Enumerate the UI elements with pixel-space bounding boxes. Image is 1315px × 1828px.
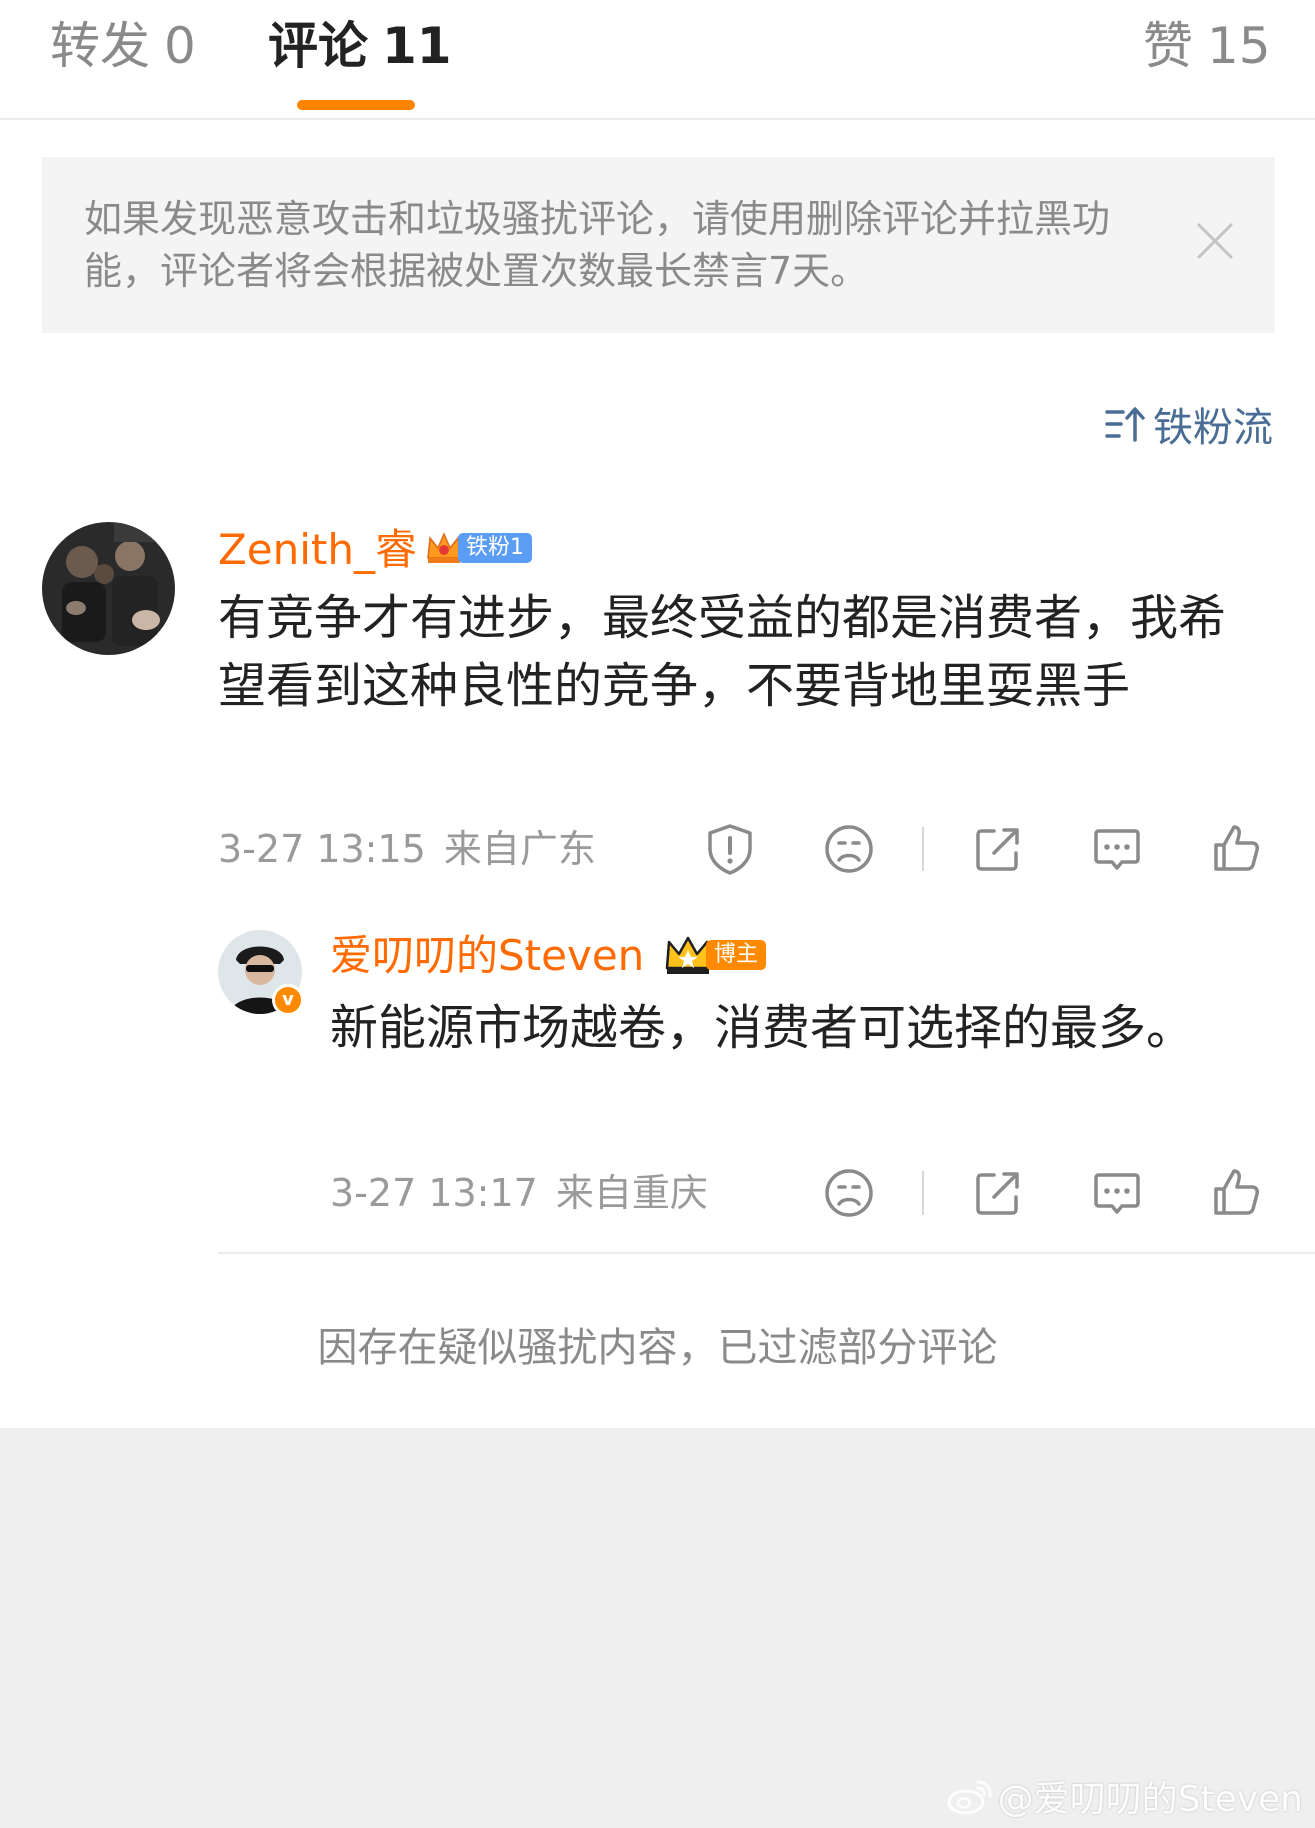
dislike-face-icon[interactable]: [821, 1165, 877, 1221]
sort-label: 铁粉流: [1153, 405, 1273, 451]
comment-page: 转发 0 评论 11 赞 15 如果发现恶意攻击和垃圾骚扰评论，请使用删除评论并拉黑功…: [0, 0, 1315, 1428]
active-tab-indicator: [297, 100, 415, 110]
close-icon[interactable]: [1193, 219, 1237, 263]
action-separator: [922, 1171, 924, 1215]
reply-text: 新能源市场越卷，消费者可选择的最多。: [330, 1000, 1195, 1056]
dislike-face-icon[interactable]: [821, 821, 877, 877]
iron-fan-badge-label: 铁粉1: [458, 533, 532, 563]
comment-time: 3-27 13:15: [218, 827, 426, 871]
notice-text: 如果发现恶意攻击和垃圾骚扰评论，请使用删除评论并拉黑功能，评论者将会根据被处置次…: [84, 197, 1111, 293]
reply-meta: 3-27 13:17 来自重庆: [330, 1168, 708, 1218]
sort-icon: [1105, 407, 1145, 442]
weibo-logo-icon: [947, 1780, 992, 1815]
reply-avatar[interactable]: v: [218, 930, 304, 1016]
tab-repost[interactable]: 转发 0: [50, 14, 196, 78]
reply-time: 3-27 13:17: [330, 1171, 538, 1215]
comment-icon[interactable]: [1089, 1165, 1145, 1221]
comment-username[interactable]: Zenith_睿: [218, 522, 417, 578]
iron-fan-badge: 铁粉1: [424, 528, 532, 568]
reply-location: 来自重庆: [555, 1171, 708, 1215]
comment-text: 有竞争才有进步，最终受益的都是消费者，我希望看到这种良性的竞争，不要背地里耍黑手: [218, 590, 1227, 714]
crown-icon: [665, 936, 711, 974]
notice-banner: 如果发现恶意攻击和垃圾骚扰评论，请使用删除评论并拉黑功能，评论者将会根据被处置次…: [42, 157, 1275, 333]
tab-like-count: 15: [1207, 17, 1271, 75]
share-icon[interactable]: [970, 821, 1026, 877]
filter-note: 因存在疑似骚扰内容，已过滤部分评论: [317, 1325, 998, 1371]
tab-bar: 转发 0 评论 11 赞 15: [0, 0, 1315, 120]
share-icon[interactable]: [970, 1165, 1026, 1221]
action-separator: [922, 827, 924, 871]
tab-like-label: 赞: [1143, 17, 1193, 75]
divider: [218, 1252, 1315, 1254]
avatar[interactable]: [42, 522, 175, 655]
tab-like[interactable]: 赞 15: [1143, 14, 1271, 78]
tab-repost-count: 0: [164, 17, 196, 75]
tab-comment[interactable]: 评论 11: [268, 14, 452, 78]
sort-button[interactable]: 铁粉流: [1105, 398, 1273, 451]
blogger-badge-label: 博主: [706, 940, 767, 970]
verified-icon: v: [272, 984, 304, 1016]
reply-username[interactable]: 爱叨叨的Steven: [330, 928, 644, 984]
tab-comment-count: 11: [382, 17, 452, 75]
watermark-text: @爱叨叨的Steven: [997, 1779, 1303, 1820]
comment-meta: 3-27 13:15 来自广东: [218, 824, 596, 874]
like-icon[interactable]: [1208, 1165, 1264, 1221]
blogger-badge: 博主: [664, 934, 767, 976]
tab-repost-label: 转发: [50, 17, 150, 75]
tab-comment-label: 评论: [268, 17, 368, 75]
like-icon[interactable]: [1208, 821, 1264, 877]
comment-location: 来自广东: [443, 827, 596, 871]
comment-icon[interactable]: [1089, 821, 1145, 877]
watermark: @爱叨叨的Steven: [946, 1770, 1303, 1822]
report-icon[interactable]: [702, 821, 758, 877]
